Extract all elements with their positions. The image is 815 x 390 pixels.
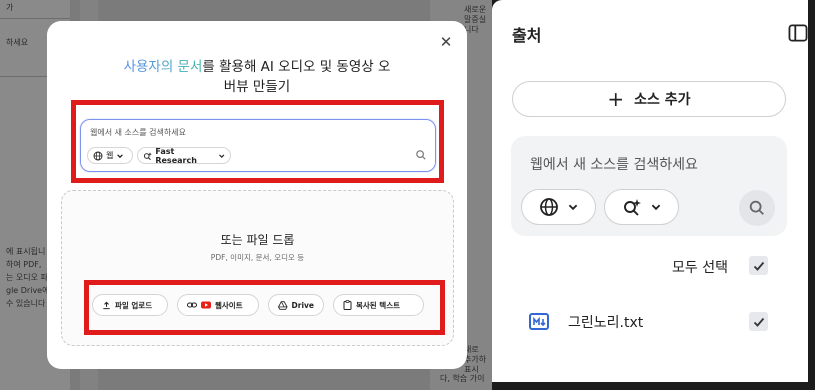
modal-title-text: 를 활용해 AI 오디오 및 동영상 오 (202, 59, 391, 75)
background-divider (0, 18, 70, 19)
source-file-name[interactable]: 그린노리.txt (568, 312, 643, 332)
research-sparkle-icon (623, 199, 641, 216)
select-all-checkbox[interactable] (749, 256, 768, 275)
background-text: 수 있습니다 (6, 299, 46, 308)
source-file-checkbox[interactable] (749, 312, 768, 331)
background-text: 하여 PDF, (6, 260, 42, 269)
background-text: gle Drive에 (6, 286, 50, 295)
drop-subtitle: PDF, 이미지, 문서, 오디오 등 (210, 253, 305, 262)
chevron-down-icon (568, 204, 577, 211)
research-chip-label: Fast Research (155, 146, 197, 165)
background-text: 다, 학습 가이 (440, 374, 485, 383)
modal-title-highlight: 사용자의 문서 (123, 59, 203, 75)
research-sparkle-icon (143, 151, 152, 160)
window-edge (808, 0, 815, 390)
search-icon (749, 200, 764, 215)
panel-title: 출처 (512, 26, 542, 45)
highlight-box-buttons (84, 280, 445, 335)
chevron-down-icon (117, 153, 124, 158)
background-text: 에 표시됩니 (6, 247, 46, 256)
modal-title: 사용자의 문서를 활용해 AI 오디오 및 동영상 오 버뷰 만들기 (87, 57, 427, 97)
globe-icon (539, 198, 558, 216)
chevron-down-icon (651, 204, 660, 211)
research-mode-dropdown[interactable]: Fast Research (137, 146, 231, 165)
background-text: 하세요 (6, 38, 29, 47)
add-source-modal: ✕ 사용자의 문서를 활용해 AI 오디오 및 동영상 오 버뷰 만들기 웹에서… (47, 21, 467, 369)
panel-web-search: 웹에서 새 소스를 검색하세요 (511, 136, 787, 236)
background-text: 가 (6, 3, 14, 12)
web-search-box[interactable]: 웹에서 새 소스를 검색하세요 웹 Fast Research (80, 119, 436, 172)
dimmed-background: 가 하세요 에 표시됩니 하여 PDF, 는 오디오 파 gle Drive에 … (0, 0, 492, 390)
globe-icon (93, 151, 103, 160)
panel-research-dropdown[interactable] (604, 189, 679, 225)
modal-title-line2: 버뷰 만들기 (223, 79, 291, 95)
collapse-panel-icon[interactable] (788, 24, 808, 42)
checkmark-icon (753, 317, 764, 327)
panel-web-dropdown[interactable] (521, 189, 596, 225)
background-text: 는 오디오 파 (6, 273, 48, 282)
add-source-label: 소스 추가 (634, 92, 691, 108)
sources-panel: 출처 + 소스 추가 웹에서 새 소스를 검색하세요 모두 선택 그린노리.tx… (492, 0, 808, 382)
web-chip-label: 웹 (106, 151, 114, 160)
search-input[interactable]: 웹에서 새 소스를 검색하세요 (90, 127, 186, 138)
chevron-down-icon (218, 153, 224, 158)
close-icon[interactable]: ✕ (437, 33, 455, 51)
text-file-icon (529, 313, 549, 330)
select-all-label: 모두 선택 (672, 260, 728, 276)
plus-icon: + (607, 87, 625, 111)
search-icon[interactable] (415, 149, 427, 161)
drop-title: 또는 파일 드롭 (220, 233, 295, 247)
checkmark-icon (753, 261, 764, 271)
panel-search-button[interactable] (739, 190, 775, 226)
web-source-dropdown[interactable]: 웹 (87, 147, 133, 164)
add-source-button[interactable]: + 소스 추가 (512, 81, 786, 117)
panel-search-input[interactable]: 웹에서 새 소스를 검색하세요 (530, 154, 698, 174)
